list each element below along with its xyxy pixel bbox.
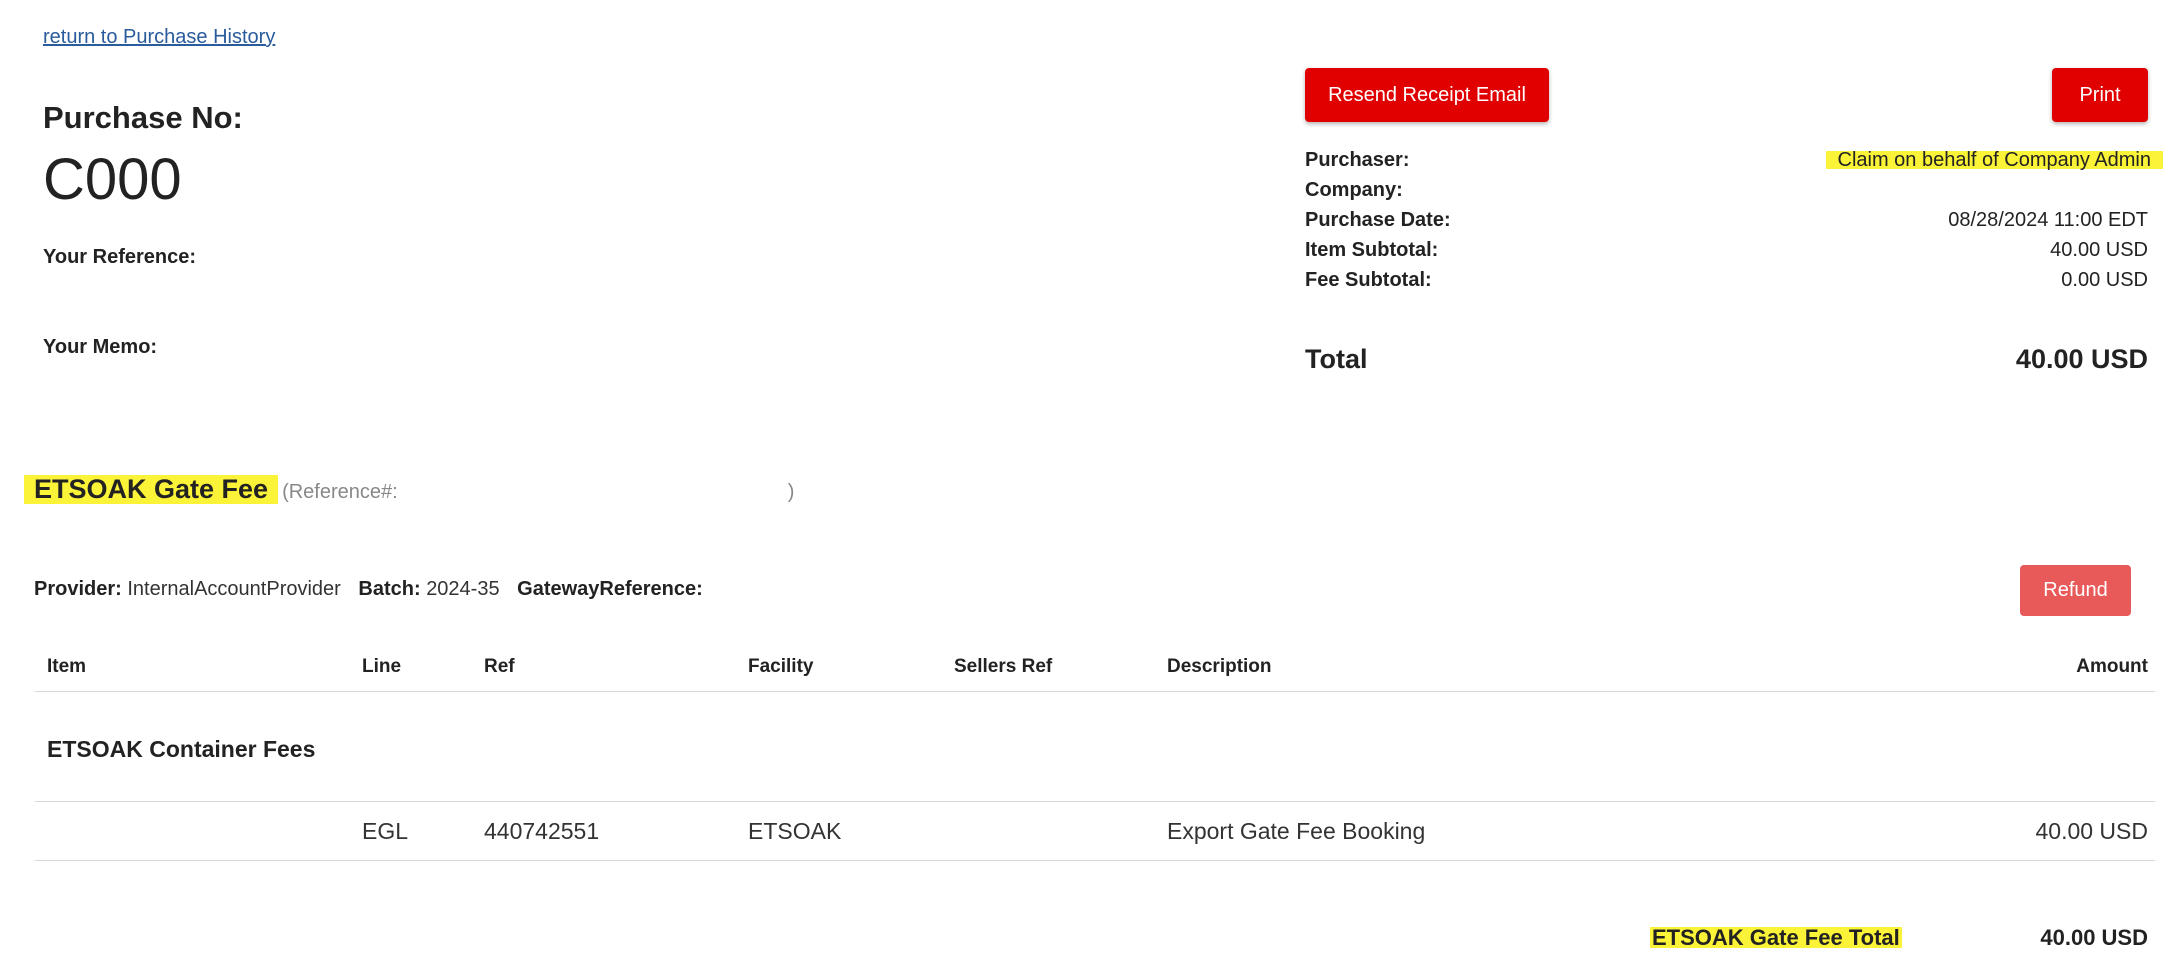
column-header-facility: Facility	[748, 656, 814, 677]
total-value: 40.00 USD	[2015, 344, 2148, 374]
fee-total-label: ETSOAK Gate Fee Total	[1650, 925, 1902, 951]
resend-receipt-email-button[interactable]: Resend Receipt Email	[1305, 68, 1549, 122]
row-facility: ETSOAK	[748, 818, 842, 844]
your-reference-label: Your Reference:	[43, 246, 197, 268]
header-divider	[35, 691, 2155, 692]
fee-total-label-text: ETSOAK Gate Fee Total	[1650, 925, 1902, 950]
group-divider	[35, 801, 2155, 802]
purchaser-value: Claim on behalf of Company Admin	[1825, 149, 2163, 172]
purchase-no-value: C000	[43, 147, 182, 212]
refund-button[interactable]: Refund	[2020, 565, 2131, 616]
return-to-purchase-history-link[interactable]: return to Purchase History	[43, 26, 275, 49]
purchaser-label: Purchaser:	[1305, 149, 1410, 171]
fee-total-value: 40.00 USD	[2040, 925, 2148, 950]
batch-value: 2024-35	[426, 578, 500, 600]
purchase-date-label: Purchase Date:	[1305, 209, 1451, 231]
purchaser-value-text: Claim on behalf of Company Admin	[1825, 149, 2163, 171]
row-divider	[35, 860, 2155, 861]
row-ref: 440742551	[484, 818, 600, 844]
section-header: ETSOAK Gate Fee (Reference#: )	[24, 472, 794, 507]
payment-details-line: Provider: InternalAccountProvider Batch:…	[34, 578, 703, 601]
provider-value: InternalAccountProvider	[127, 578, 341, 600]
column-header-ref: Ref	[484, 656, 515, 677]
total-label: Total	[1305, 344, 1368, 374]
your-memo-label: Your Memo:	[43, 336, 158, 358]
gateway-reference-label: GatewayReference:	[517, 578, 703, 600]
group-title: ETSOAK Container Fees	[47, 736, 316, 762]
row-description: Export Gate Fee Booking	[1167, 818, 1426, 844]
row-line: EGL	[362, 818, 409, 844]
column-header-description: Description	[1167, 656, 1272, 677]
purchase-date-value: 08/28/2024 11:00 EDT	[1948, 209, 2148, 231]
item-subtotal-value: 40.00 USD	[2050, 239, 2148, 261]
column-header-sellers-ref: Sellers Ref	[954, 656, 1053, 677]
provider-label: Provider:	[34, 578, 122, 600]
company-label: Company:	[1305, 179, 1403, 201]
section-title: ETSOAK Gate Fee	[24, 472, 279, 507]
column-header-item: Item	[47, 656, 87, 677]
fee-subtotal-label: Fee Subtotal:	[1305, 269, 1432, 291]
column-header-amount: Amount	[2076, 656, 2148, 677]
row-amount: 40.00 USD	[2035, 818, 2148, 844]
purchase-no-label: Purchase No:	[43, 100, 243, 135]
fee-subtotal-value: 0.00 USD	[2061, 269, 2148, 291]
column-header-line: Line	[362, 656, 402, 677]
item-subtotal-label: Item Subtotal:	[1305, 239, 1439, 261]
section-reference-label: (Reference#:	[282, 481, 398, 503]
batch-label: Batch:	[358, 578, 421, 600]
print-button[interactable]: Print	[2052, 68, 2148, 122]
section-reference-close: )	[787, 481, 795, 503]
